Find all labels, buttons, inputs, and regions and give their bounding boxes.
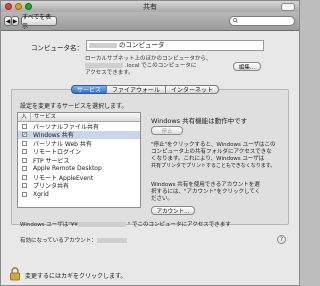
service-checkbox[interactable] xyxy=(21,174,27,180)
redacted-name xyxy=(89,42,117,48)
service-row[interactable]: プリンタ共有 xyxy=(18,182,140,191)
service-row[interactable]: リモートログイン xyxy=(18,148,140,156)
stop-description-1: "停止"をクリックすると、Windows ユーザはこの xyxy=(151,142,276,148)
service-status: Windows 共有機能は動作中です xyxy=(151,117,248,125)
service-checkbox[interactable] xyxy=(21,166,27,172)
tab-internet[interactable]: インターネット xyxy=(165,85,220,94)
services-table[interactable]: 入 サービス パーソナルファイル共有 ✓ Windows 共有 パーソナル We… xyxy=(17,112,141,208)
local-note-line3: アクセスできます。 xyxy=(85,70,134,76)
accounts-description-2: 択するには、"アカウント"をクリックしてく xyxy=(151,189,261,195)
redacted-hostname xyxy=(85,63,123,68)
computer-name-field[interactable]: のコンピュータ xyxy=(86,40,264,51)
access-prefix: Windows ユーザは"¥¥ xyxy=(20,222,78,228)
column-header-service[interactable]: サービス xyxy=(31,113,56,121)
service-row[interactable]: Xgrid xyxy=(18,190,140,199)
tab-firewall[interactable]: ファイアウォール xyxy=(106,85,167,94)
enabled-accounts: 有効になっているアカウント： xyxy=(20,238,129,245)
computer-name-suffix: のコンピュータ xyxy=(119,41,165,49)
edit-button[interactable]: 編集... xyxy=(233,62,261,71)
service-row[interactable]: FTP サービス xyxy=(18,156,140,165)
accounts-description-1: Windows 共有を使用できるアカウントを選 xyxy=(151,182,260,188)
service-label: プリンタ共有 xyxy=(33,183,70,191)
service-label: Xgrid xyxy=(33,190,49,198)
service-label: FTP サービス xyxy=(33,157,70,165)
help-button[interactable]: ? xyxy=(277,235,286,244)
stop-button[interactable]: 停止 xyxy=(151,126,183,135)
enabled-accounts-label: 有効になっているアカウント： xyxy=(20,238,97,244)
tab-bar: サービス ファイアウォール インターネット xyxy=(71,85,220,94)
local-note-line1: ローカルサブネット上のほかのコンピュータから、 xyxy=(85,56,212,62)
redacted-address xyxy=(77,222,126,227)
preferences-window: 共有 ◀ ▶ すべてを表示 コンピュータ名： のコンピュータ ローカルサブネット… xyxy=(0,0,300,286)
service-checkbox[interactable] xyxy=(21,123,27,129)
redacted-accounts xyxy=(96,238,127,243)
stop-description-3: くなります。これにより、Windows ユーザは xyxy=(151,156,265,162)
tab-services[interactable]: サービス xyxy=(71,85,108,94)
local-note-line2-text: .local でこのコンピュータに xyxy=(125,63,197,69)
accounts-button[interactable]: アカウント... xyxy=(151,206,195,215)
local-note-line2: .local でこのコンピュータに xyxy=(85,63,196,70)
search-icon xyxy=(233,18,238,23)
service-checkbox[interactable] xyxy=(21,140,27,146)
stop-description-2: コンピュータ上の共有フォルダにアクセスできな xyxy=(151,149,272,155)
computer-name-label: コンピュータ名： xyxy=(31,44,83,52)
forward-button[interactable]: ▶ xyxy=(11,16,19,26)
service-checkbox[interactable] xyxy=(21,191,27,197)
toolbar: ◀ ▶ すべてを表示 xyxy=(1,12,299,31)
access-suffix: " でこのコンピュータにアクセスできます xyxy=(127,222,231,228)
services-table-header: 入 サービス xyxy=(18,113,140,122)
stop-description-4: 共有プリンタでプリントすることもできなくなります。 xyxy=(151,163,276,169)
service-row[interactable]: Apple Remote Desktop xyxy=(18,165,140,174)
service-checkbox[interactable] xyxy=(21,149,27,155)
service-row[interactable]: パーソナルファイル共有 xyxy=(18,122,140,131)
search-input[interactable] xyxy=(240,17,294,25)
service-label: Apple Remote Desktop xyxy=(33,165,102,173)
window-title: 共有 xyxy=(143,3,157,11)
service-checkbox[interactable] xyxy=(21,183,27,189)
column-header-on[interactable]: 入 xyxy=(18,113,31,121)
service-row-selected[interactable]: ✓ Windows 共有 xyxy=(18,130,140,139)
search-field[interactable] xyxy=(229,16,295,26)
toolbar-toggle-button[interactable] xyxy=(281,3,295,11)
service-checkbox[interactable]: ✓ xyxy=(21,132,27,138)
lock-icon[interactable] xyxy=(9,267,21,281)
service-row[interactable]: パーソナル Web 共有 xyxy=(18,139,140,148)
service-row[interactable]: リモート AppleEvent xyxy=(18,173,140,182)
show-all-button[interactable]: すべてを表示 xyxy=(21,14,57,30)
accounts-description-3: ださい。 xyxy=(151,196,174,202)
lock-message: 変更するにはカギをクリックします。 xyxy=(25,273,127,280)
access-address: Windows ユーザは"¥¥ " でこのコンピュータにアクセスできます xyxy=(20,222,231,229)
service-checkbox[interactable] xyxy=(21,157,27,163)
services-prompt: 設定を変更するサービスを選択します。 xyxy=(20,103,128,110)
